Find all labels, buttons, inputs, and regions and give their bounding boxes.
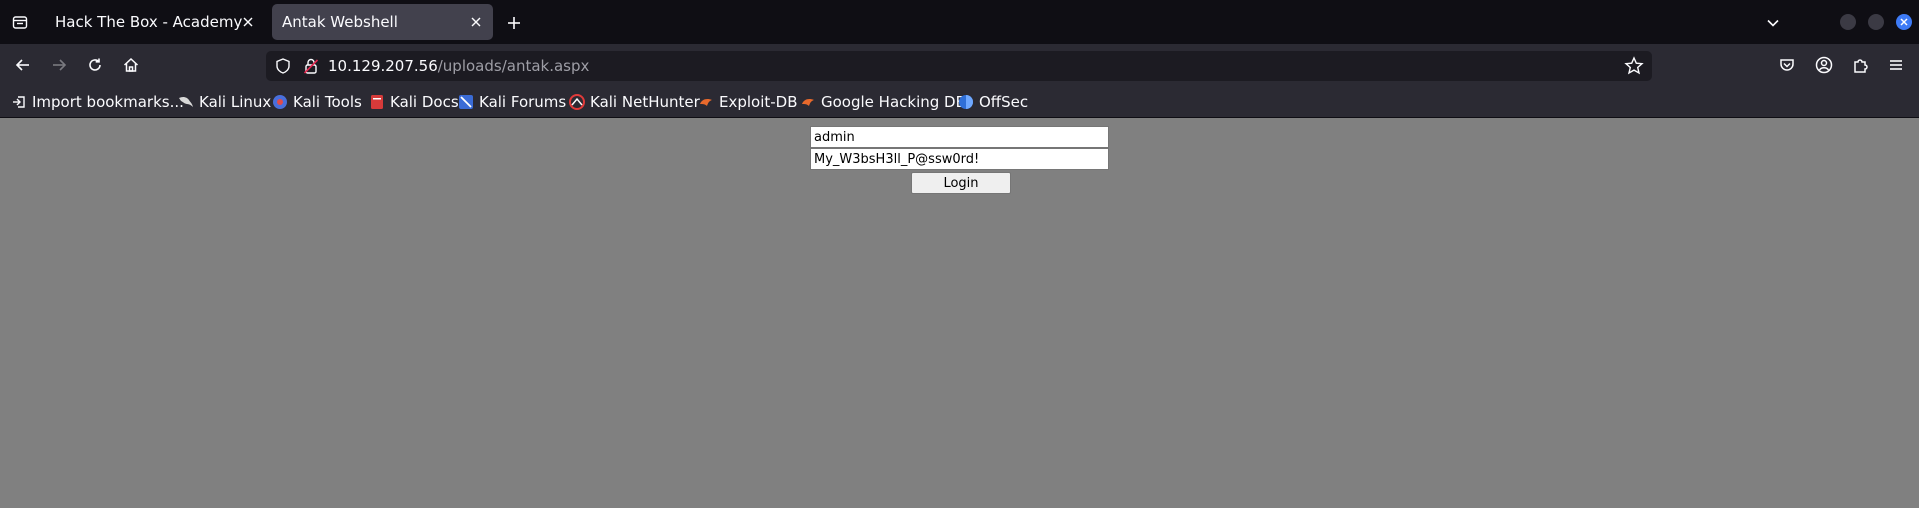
extensions-icon[interactable]	[1848, 53, 1872, 77]
url-path: /uploads/antak.aspx	[437, 57, 590, 75]
bookmarks-toolbar: Import bookmarks... Kali Linux Kali Tool…	[0, 86, 1919, 118]
window-close-button[interactable]	[1896, 14, 1912, 30]
exploit-db-icon	[698, 94, 714, 110]
browser-chrome: Hack The Box - Academy Antak Webshell 10…	[0, 0, 1919, 118]
bookmark-kali-nethunter[interactable]: Kali NetHunter	[569, 91, 700, 113]
kali-docs-icon	[369, 94, 385, 110]
maximize-button[interactable]	[1868, 14, 1884, 30]
tab-label: Hack The Box - Academy	[55, 13, 243, 31]
tab-htb-academy[interactable]: Hack The Box - Academy	[45, 4, 265, 40]
chevron-down-icon[interactable]	[1762, 12, 1784, 34]
home-icon[interactable]	[119, 53, 143, 77]
bookmark-label: Kali Forums	[479, 93, 567, 111]
bookmark-label: Kali Docs	[390, 93, 459, 111]
insecure-lock-icon[interactable]	[302, 57, 320, 75]
bookmark-kali-docs[interactable]: Kali Docs	[369, 91, 459, 113]
url-text: 10.129.207.56/uploads/antak.aspx	[328, 57, 589, 75]
page-content: Login	[0, 118, 1919, 508]
password-input[interactable]	[810, 148, 1109, 170]
offsec-icon	[958, 94, 974, 110]
bookmark-offsec[interactable]: OffSec	[958, 91, 1028, 113]
tab-label: Antak Webshell	[282, 13, 398, 31]
navigation-bar: 10.129.207.56/uploads/antak.aspx	[0, 44, 1919, 86]
shield-icon[interactable]	[274, 57, 292, 75]
ghdb-icon	[800, 94, 816, 110]
new-tab-icon[interactable]	[503, 12, 525, 34]
import-icon	[11, 94, 27, 110]
close-icon[interactable]	[467, 13, 485, 31]
close-icon[interactable]	[239, 13, 257, 31]
bookmark-label: Kali NetHunter	[590, 93, 700, 111]
bookmark-import[interactable]: Import bookmarks...	[11, 91, 184, 113]
bookmark-star-icon[interactable]	[1624, 56, 1644, 76]
bookmark-label: OffSec	[979, 93, 1029, 111]
kali-tools-icon	[272, 94, 288, 110]
menu-icon[interactable]	[1884, 53, 1908, 77]
username-input[interactable]	[810, 126, 1109, 148]
reload-icon[interactable]	[83, 53, 107, 77]
minimize-button[interactable]	[1840, 14, 1856, 30]
bookmark-label: Import bookmarks...	[32, 93, 184, 111]
login-button[interactable]: Login	[911, 172, 1011, 194]
bookmark-label: Google Hacking DB	[821, 93, 966, 111]
tab-bar: Hack The Box - Academy Antak Webshell	[0, 0, 1919, 44]
kali-forums-icon	[458, 94, 474, 110]
account-icon[interactable]	[1812, 53, 1836, 77]
url-host: 10.129.207.56	[328, 57, 438, 75]
bookmark-kali-linux[interactable]: Kali Linux	[178, 91, 271, 113]
bookmark-exploit-db[interactable]: Exploit-DB	[698, 91, 798, 113]
bookmark-google-hacking-db[interactable]: Google Hacking DB	[800, 91, 966, 113]
tab-list-icon[interactable]	[8, 10, 32, 34]
bookmark-label: Kali Linux	[199, 93, 272, 111]
url-bar[interactable]: 10.129.207.56/uploads/antak.aspx	[266, 51, 1652, 81]
tab-antak-webshell[interactable]: Antak Webshell	[272, 4, 493, 40]
bookmark-kali-tools[interactable]: Kali Tools	[272, 91, 362, 113]
pocket-icon[interactable]	[1775, 53, 1799, 77]
back-arrow-icon[interactable]	[11, 53, 35, 77]
bookmark-label: Exploit-DB	[719, 93, 798, 111]
bookmark-label: Kali Tools	[293, 93, 362, 111]
kali-dragon-icon	[178, 94, 194, 110]
forward-arrow-icon[interactable]	[47, 53, 71, 77]
kali-nethunter-icon	[569, 94, 585, 110]
bookmark-kali-forums[interactable]: Kali Forums	[458, 91, 566, 113]
